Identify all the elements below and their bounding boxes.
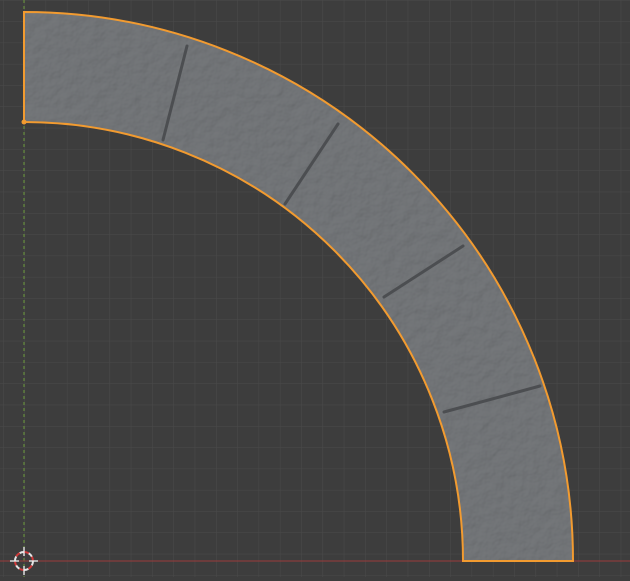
3d-viewport[interactable]	[0, 0, 630, 577]
viewport-canvas[interactable]	[0, 0, 630, 577]
origin-dot-icon[interactable]	[21, 119, 27, 125]
